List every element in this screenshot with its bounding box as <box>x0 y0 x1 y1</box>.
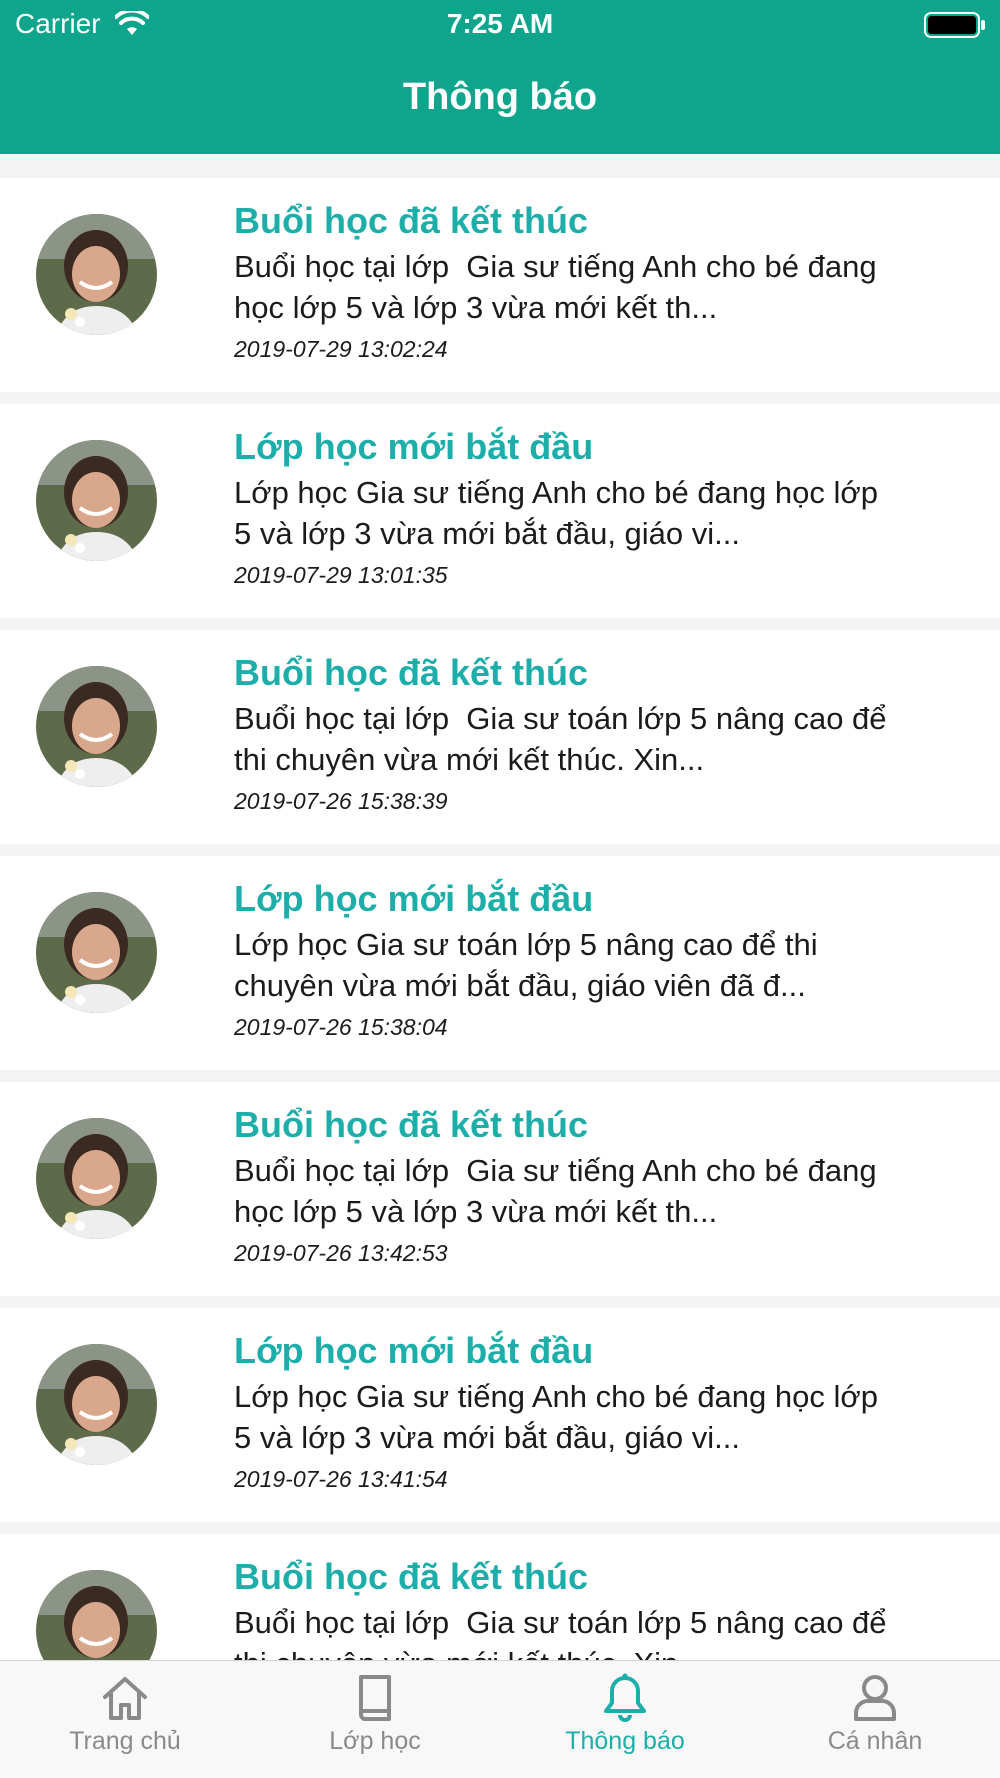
notification-title: Lớp học mới bắt đầu <box>234 426 594 467</box>
battery-icon <box>924 12 985 38</box>
notification-item[interactable]: Buổi học đã kết thúc Buổi học tại lớp Gia… <box>0 630 1000 844</box>
tab-classes[interactable]: Lớp học <box>250 1661 500 1761</box>
person-icon <box>854 1675 896 1721</box>
avatar <box>36 214 157 335</box>
notification-item[interactable]: Buổi học đã kết thúc Buổi học tại lớp Gia… <box>0 1082 1000 1296</box>
notification-body: Buổi học tại lớp Gia sư toán lớp 5 nâng … <box>234 1605 887 1660</box>
page-title: Thông báo <box>402 76 598 118</box>
notification-title: Lớp học mới bắt đầu <box>234 878 594 919</box>
avatar <box>36 666 157 787</box>
notification-list[interactable]: Buổi học đã kết thúc Buổi học tại lớp Gia… <box>0 154 1000 1660</box>
notification-title: Buổi học đã kết thúc <box>234 652 589 693</box>
notification-time: 2019-07-26 13:41:54 <box>234 1466 448 1492</box>
tab-profile[interactable]: Cá nhân <box>750 1661 1000 1761</box>
notification-time: 2019-07-29 13:01:35 <box>234 562 448 588</box>
notification-body: Buổi học tại lớp Gia sư tiếng Anh cho bé… <box>234 1153 877 1229</box>
tab-classes-label: Lớp học <box>329 1727 421 1755</box>
notification-title: Buổi học đã kết thúc <box>234 200 589 241</box>
tab-notifications-label: Thông báo <box>565 1727 685 1755</box>
book-icon <box>359 1675 391 1721</box>
avatar <box>36 1570 157 1660</box>
notification-body: Lớp học Gia sư toán lớp 5 nâng cao để th… <box>234 927 818 1003</box>
home-icon <box>103 1677 147 1720</box>
notification-body: Lớp học Gia sư tiếng Anh cho bé đang học… <box>234 475 878 551</box>
tab-home-label: Trang chủ <box>69 1727 181 1755</box>
notification-item[interactable]: Buổi học đã kết thúc Buổi học tại lớp Gia… <box>0 178 1000 392</box>
status-time: 7:25 AM <box>446 8 554 39</box>
notification-title: Buổi học đã kết thúc <box>234 1104 589 1145</box>
avatar <box>36 1344 157 1465</box>
bell-icon <box>604 1673 646 1722</box>
notification-time: 2019-07-26 13:42:53 <box>234 1240 448 1266</box>
notification-body: Buổi học tại lớp Gia sư tiếng Anh cho bé… <box>234 249 877 325</box>
tab-bar: Trang chủ Lớp học Thông báo Cá nhân <box>0 1660 1000 1778</box>
avatar <box>36 892 157 1013</box>
notification-body: Buổi học tại lớp Gia sư toán lớp 5 nâng … <box>234 701 887 777</box>
status-bar: Carrier 7:25 AM <box>0 0 1000 50</box>
notification-item[interactable]: Lớp học mới bắt đầu Lớp học Gia sư tiếng … <box>0 404 1000 618</box>
avatar <box>36 1118 157 1239</box>
notification-time: 2019-07-26 15:38:04 <box>234 1014 448 1040</box>
notification-item[interactable]: Buổi học đã kết thúc Buổi học tại lớp Gia… <box>0 1534 1000 1660</box>
notification-time: 2019-07-29 13:02:24 <box>234 336 448 362</box>
app-header: Carrier 7:25 AM Thông báo <box>0 0 1000 154</box>
notification-body: Lớp học Gia sư tiếng Anh cho bé đang học… <box>234 1379 878 1455</box>
notification-title: Lớp học mới bắt đầu <box>234 1330 594 1371</box>
avatar <box>36 440 157 561</box>
notification-time: 2019-07-26 15:38:39 <box>234 788 448 814</box>
tab-home[interactable]: Trang chủ <box>0 1661 250 1761</box>
tab-notifications[interactable]: Thông báo <box>500 1661 750 1761</box>
tab-profile-label: Cá nhân <box>827 1727 923 1755</box>
notification-title: Buổi học đã kết thúc <box>234 1556 589 1597</box>
notification-item[interactable]: Lớp học mới bắt đầu Lớp học Gia sư tiếng … <box>0 1308 1000 1522</box>
notification-item[interactable]: Lớp học mới bắt đầu Lớp học Gia sư toán l… <box>0 856 1000 1070</box>
